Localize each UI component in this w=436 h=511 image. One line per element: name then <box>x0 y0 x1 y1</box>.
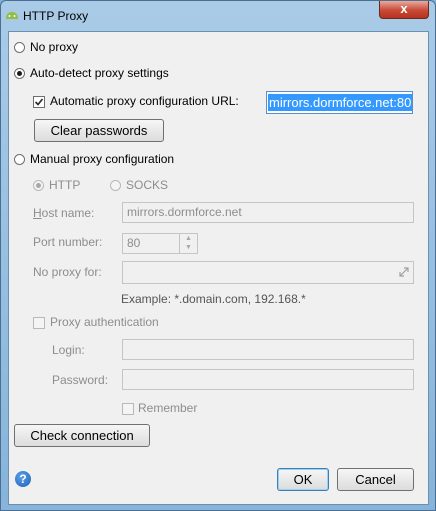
manual-proxy-label: Manual proxy configuration <box>30 152 175 166</box>
help-icon[interactable]: ? <box>15 471 31 487</box>
android-icon <box>6 12 18 19</box>
manual-proxy-radio[interactable] <box>14 154 25 165</box>
remember-label: Remember <box>138 401 198 415</box>
no-proxy-for-label: No proxy for: <box>33 265 102 279</box>
http-radio[interactable] <box>33 180 44 191</box>
pac-url-label: Automatic proxy configuration URL: <box>50 94 239 108</box>
remember-checkbox[interactable] <box>122 403 134 415</box>
window-title: HTTP Proxy <box>23 9 89 23</box>
example-hint: Example: *.domain.com, 192.168.* <box>121 292 306 306</box>
port-number-label: Port number: <box>33 235 103 249</box>
no-proxy-radio[interactable] <box>14 42 25 53</box>
password-label: Password: <box>52 373 109 387</box>
no-proxy-for-input[interactable] <box>122 261 414 284</box>
close-button[interactable]: x <box>379 1 429 19</box>
socks-radio[interactable] <box>110 180 121 191</box>
pac-url-input[interactable]: mirrors.dormforce.net:80 <box>266 91 413 114</box>
pac-url-checkbox[interactable] <box>33 96 45 108</box>
proxy-auth-label: Proxy authentication <box>50 315 159 329</box>
login-label: Login: <box>52 343 85 357</box>
ok-button[interactable]: OK <box>277 468 329 491</box>
cancel-button[interactable]: Cancel <box>337 468 414 491</box>
login-input[interactable] <box>122 339 414 360</box>
socks-label: SOCKS <box>126 178 169 192</box>
host-name-label-text: ost name: <box>41 206 95 220</box>
host-name-input[interactable]: mirrors.dormforce.net <box>122 202 414 223</box>
host-name-label: Host name: <box>33 206 95 220</box>
checkmark-icon <box>34 98 44 106</box>
expand-icon[interactable] <box>398 266 410 278</box>
check-connection-button[interactable]: Check connection <box>14 424 150 447</box>
proxy-auth-checkbox[interactable] <box>33 317 45 329</box>
proxy-dialog-window: HTTP Proxy x No proxy Auto-detect proxy … <box>0 0 436 511</box>
title-bar[interactable]: HTTP Proxy x <box>1 1 435 31</box>
dialog-content: No proxy Auto-detect proxy settings Auto… <box>8 31 429 505</box>
auto-detect-label: Auto-detect proxy settings <box>30 66 169 80</box>
http-label: HTTP <box>49 178 81 192</box>
password-input[interactable] <box>122 369 414 390</box>
no-proxy-label: No proxy <box>30 40 79 54</box>
port-number-input[interactable]: 80 <box>122 233 180 254</box>
pac-url-value: mirrors.dormforce.net:80 <box>268 94 412 111</box>
spinner-up-icon[interactable]: ▲ <box>180 234 197 243</box>
spinner-down-icon[interactable]: ▼ <box>180 243 197 252</box>
clear-passwords-button[interactable]: Clear passwords <box>34 119 164 142</box>
auto-detect-radio[interactable] <box>14 68 25 79</box>
port-spinner[interactable]: ▲ ▼ <box>179 233 198 254</box>
